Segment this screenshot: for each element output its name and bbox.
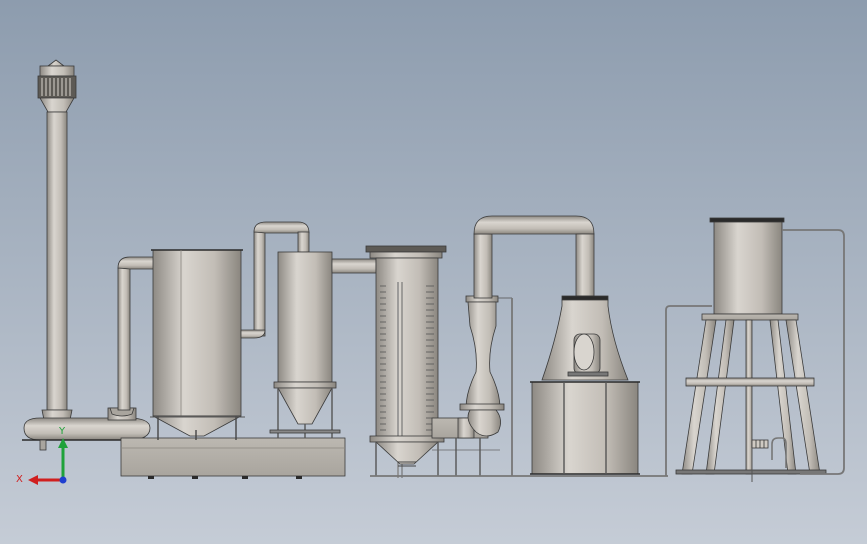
chimney-cap [39,65,75,77]
equipment-base-skid[interactable] [120,437,346,479]
chimney-pipe [46,111,68,411]
y-axis-label: Y [58,426,66,437]
cad-viewport[interactable]: X Y [0,0,867,544]
reactor-tower[interactable] [365,245,447,478]
z-axis-marker [59,476,67,484]
transfer-pipe-2 [331,258,377,274]
assembly-view[interactable]: X Y [0,0,867,544]
x-axis-label: X [16,474,23,485]
large-silo[interactable] [150,249,245,440]
